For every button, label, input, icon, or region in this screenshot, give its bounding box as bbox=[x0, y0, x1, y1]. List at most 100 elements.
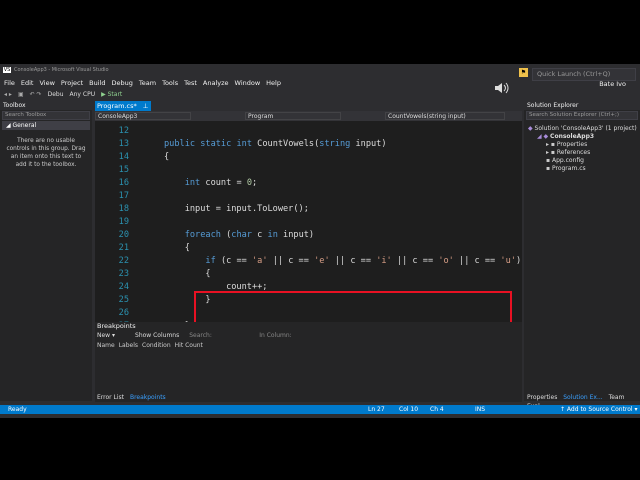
solution-title: Solution Explorer bbox=[524, 101, 640, 110]
line-number: 20 bbox=[118, 230, 129, 240]
code-line[interactable]: input = input.ToLower(); bbox=[164, 204, 309, 214]
toolbox-search-input[interactable]: Search Toolbox bbox=[2, 111, 90, 120]
menu-bar: File Edit View Project Build Debug Team … bbox=[0, 76, 640, 89]
tree-item-label: Program.cs bbox=[551, 165, 586, 172]
tree-item-label: Properties bbox=[556, 141, 588, 148]
line-number: 22 bbox=[118, 256, 129, 266]
line-number: 15 bbox=[118, 165, 129, 175]
solution-tree-item[interactable]: ▪ Program.cs bbox=[524, 165, 640, 173]
line-number: 14 bbox=[118, 152, 129, 162]
status-column: Col 10 bbox=[399, 406, 419, 413]
editor-tabs: Program.cs* ⊥ ✕ bbox=[95, 101, 522, 120]
breakpoints-panel: Breakpoints New ▾ Show Columns Search: I… bbox=[95, 322, 522, 402]
menu-project[interactable]: Project bbox=[61, 79, 83, 87]
line-number: 24 bbox=[118, 282, 129, 292]
toolbar: ◂ ▸ ▣ ↶ ↷ Debu Any CPU ▶ Start bbox=[0, 89, 640, 100]
toolbox-group-general[interactable]: ◢ General bbox=[2, 121, 90, 130]
solution-explorer: Solution Explorer Search Solution Explor… bbox=[524, 101, 640, 401]
status-bar: Ready Ln 27 Col 10 Ch 4 INS ↑ Add to Sou… bbox=[0, 405, 640, 414]
line-number: 17 bbox=[118, 191, 129, 201]
tab-breakpoints[interactable]: Breakpoints bbox=[130, 394, 166, 401]
menu-team[interactable]: Team bbox=[139, 79, 156, 87]
line-number: 25 bbox=[118, 295, 129, 305]
menu-window[interactable]: Window bbox=[235, 79, 261, 87]
solution-tree-item[interactable]: ▸ ▪ References bbox=[524, 149, 640, 157]
navigation-bar: ConsoleApp3 Program CountVowels(string i… bbox=[95, 111, 522, 121]
menu-build[interactable]: Build bbox=[89, 79, 105, 87]
tab-properties[interactable]: Properties bbox=[527, 394, 557, 401]
save-icon[interactable]: ▣ bbox=[18, 91, 24, 98]
column-hit-count[interactable]: Hit Count bbox=[175, 341, 203, 350]
code-line[interactable]: { bbox=[164, 152, 169, 162]
line-number: 13 bbox=[118, 139, 129, 149]
code-line[interactable]: foreach (char c in input) bbox=[164, 230, 314, 240]
line-number: 12 bbox=[118, 126, 129, 136]
breakpoints-title: Breakpoints bbox=[97, 322, 136, 330]
file-icon: ▸ ▪ bbox=[546, 141, 557, 148]
code-line[interactable]: { bbox=[164, 243, 190, 253]
menu-help[interactable]: Help bbox=[266, 79, 281, 87]
in-column-label[interactable]: In Column: bbox=[259, 331, 291, 341]
undo-icon[interactable]: ↶ ↷ bbox=[30, 91, 42, 98]
toolbox-panel: Toolbox Search Toolbox ◢ General There a… bbox=[0, 101, 92, 401]
new-breakpoint-button[interactable]: New ▾ bbox=[97, 331, 115, 341]
vs-logo-icon: VS bbox=[3, 67, 11, 73]
code-line[interactable]: int count = 0; bbox=[164, 178, 257, 188]
toolbox-message: There are no usable controls in this gro… bbox=[6, 138, 86, 168]
line-number: 18 bbox=[118, 204, 129, 214]
bottom-tabs: Error List Breakpoints bbox=[95, 393, 522, 402]
line-number: 21 bbox=[118, 243, 129, 253]
config-select[interactable]: Debu bbox=[48, 91, 64, 98]
menu-view[interactable]: View bbox=[39, 79, 54, 87]
solution-tree-item[interactable]: ▸ ▪ Properties bbox=[524, 141, 640, 149]
line-number: 23 bbox=[118, 269, 129, 279]
add-to-source-control[interactable]: ↑ Add to Source Control ▾ bbox=[560, 405, 638, 414]
tab-error-list[interactable]: Error List bbox=[97, 394, 124, 401]
breakpoints-toolbar: New ▾ Show Columns Search: In Column: bbox=[95, 331, 522, 341]
breakpoints-columns: Name Labels Condition Hit Count bbox=[95, 341, 522, 350]
project-icon: ◢ ◆ bbox=[537, 133, 551, 140]
menu-analyze[interactable]: Analyze bbox=[203, 79, 229, 87]
vs-window: VS ConsoleApp3 - Microsoft Visual Studio… bbox=[0, 64, 640, 418]
nav-project-dropdown[interactable]: ConsoleApp3 bbox=[95, 112, 191, 120]
solution-tree-item[interactable]: ◆ Solution 'ConsoleApp3' (1 project) bbox=[524, 125, 640, 133]
status-ins: INS bbox=[475, 406, 486, 413]
tree-item-label: ConsoleApp3 bbox=[550, 133, 595, 140]
status-char: Ch 4 bbox=[430, 406, 444, 413]
nav-class-dropdown[interactable]: Program bbox=[245, 112, 341, 120]
toolbox-title: Toolbox bbox=[0, 101, 92, 110]
platform-select[interactable]: Any CPU bbox=[70, 91, 96, 98]
start-button[interactable]: ▶ Start bbox=[101, 91, 122, 98]
line-number: 19 bbox=[118, 217, 129, 227]
status-ready: Ready bbox=[8, 406, 27, 413]
breakpoint-search-label[interactable]: Search: bbox=[189, 331, 259, 341]
menu-tools[interactable]: Tools bbox=[162, 79, 178, 87]
menu-edit[interactable]: Edit bbox=[21, 79, 34, 87]
code-line[interactable]: { bbox=[164, 269, 210, 279]
back-icon[interactable]: ◂ ▸ bbox=[4, 91, 12, 98]
column-name[interactable]: Name bbox=[97, 341, 115, 350]
tree-item-label: Solution 'ConsoleApp3' (1 project) bbox=[534, 125, 637, 132]
file-icon: ▸ ▪ bbox=[546, 149, 557, 156]
column-labels[interactable]: Labels bbox=[119, 341, 138, 350]
tab-program-cs[interactable]: Program.cs* ⊥ ✕ bbox=[95, 101, 151, 120]
menu-test[interactable]: Test bbox=[184, 79, 197, 87]
right-bottom-tabs: Properties Solution Ex... Team Expl... bbox=[527, 393, 640, 410]
status-line: Ln 27 bbox=[368, 406, 385, 413]
tree-item-label: App.config bbox=[551, 157, 584, 164]
group-label: General bbox=[12, 122, 37, 129]
solution-tree-item[interactable]: ▪ App.config bbox=[524, 157, 640, 165]
code-line[interactable]: public static int CountVowels(string inp… bbox=[164, 139, 387, 149]
show-columns-button[interactable]: Show Columns bbox=[135, 331, 179, 341]
window-title: ConsoleApp3 - Microsoft Visual Studio bbox=[14, 67, 109, 73]
tab-solution-explorer[interactable]: Solution Ex... bbox=[563, 394, 602, 401]
code-line[interactable]: if (c == 'a' || c == 'e' || c == 'i' || … bbox=[164, 256, 521, 266]
menu-file[interactable]: File bbox=[4, 79, 15, 87]
solution-tree-item[interactable]: ◢ ◆ ConsoleApp3 bbox=[524, 133, 640, 141]
menu-debug[interactable]: Debug bbox=[112, 79, 133, 87]
tab-label: Program.cs* bbox=[97, 102, 137, 110]
nav-member-dropdown[interactable]: CountVowels(string input) bbox=[385, 112, 505, 120]
line-number: 16 bbox=[118, 178, 129, 188]
solution-search-input[interactable]: Search Solution Explorer (Ctrl+;) bbox=[526, 111, 638, 120]
column-condition[interactable]: Condition bbox=[142, 341, 171, 350]
